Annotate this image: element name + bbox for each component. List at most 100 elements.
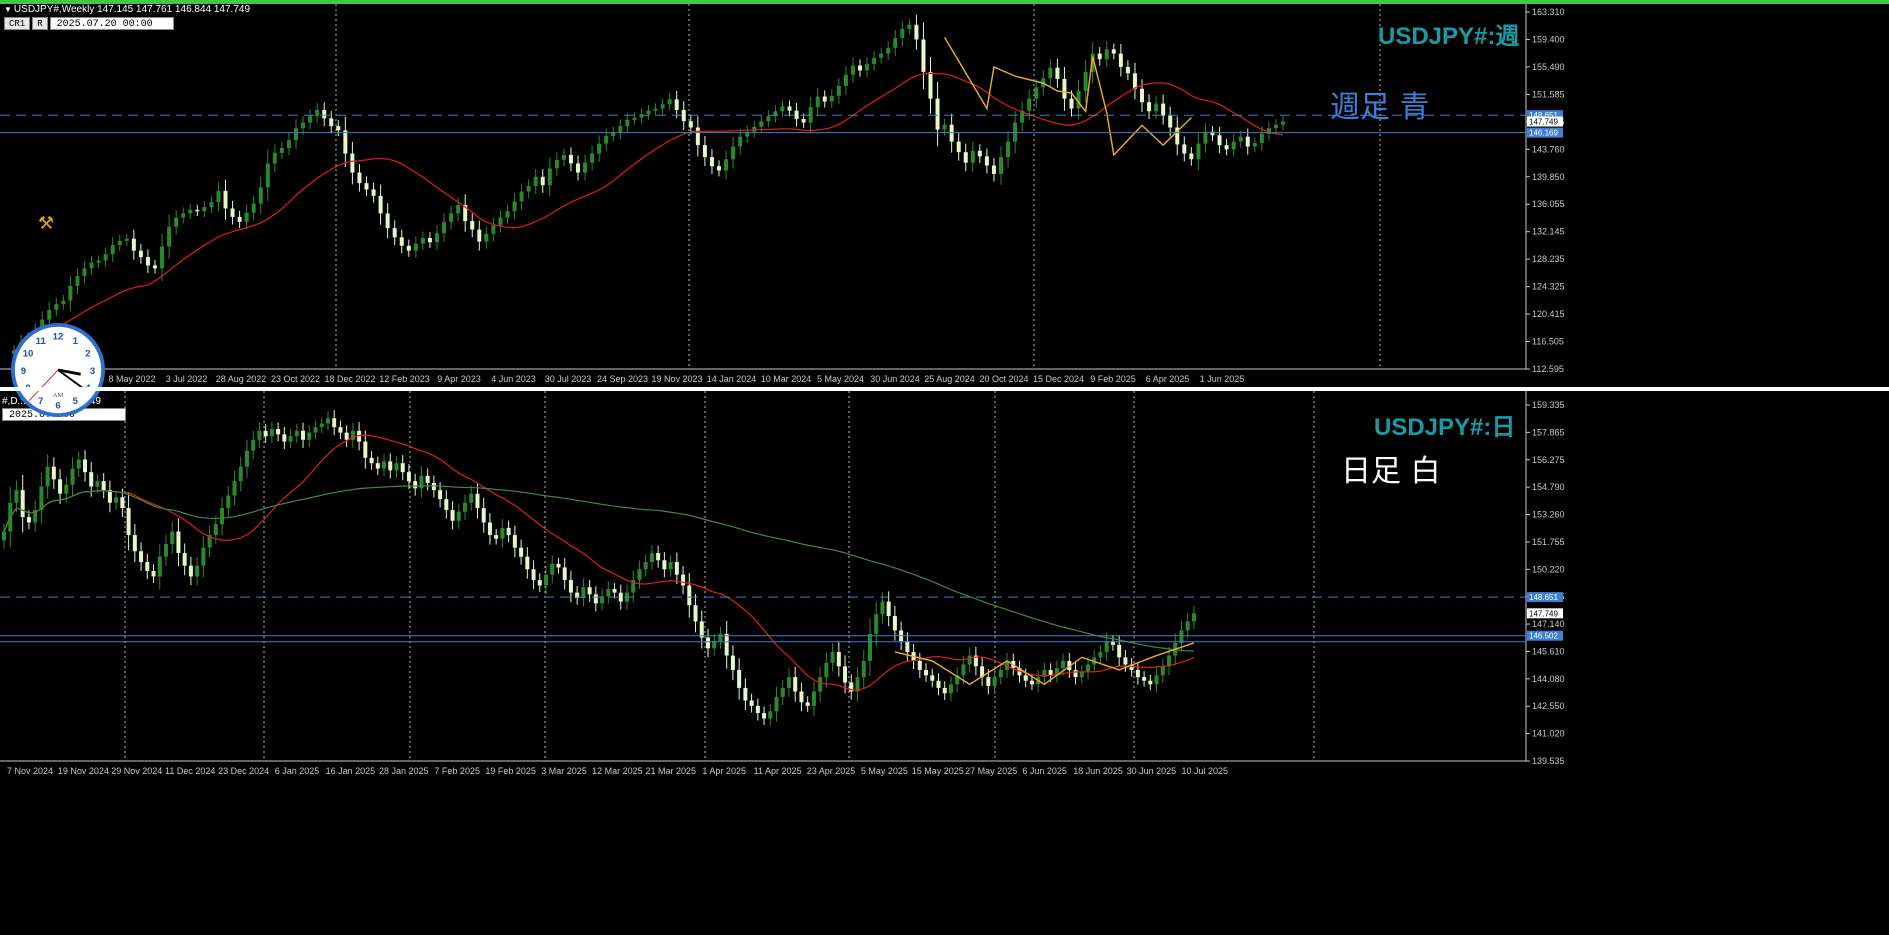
bear-candle: [1148, 680, 1153, 685]
x-tick-label: 25 Aug 2024: [924, 374, 975, 384]
bull-candle: [1104, 641, 1109, 652]
bear-candle: [688, 121, 693, 128]
bear-candle: [276, 429, 281, 435]
bear-candle: [656, 553, 661, 561]
y-tick-label: 143.760: [1532, 144, 1565, 154]
bear-candle: [525, 556, 530, 570]
bear-candle: [51, 466, 56, 480]
y-tick-label: 159.335: [1532, 400, 1565, 410]
date-field[interactable]: 2025.07.20 00:00: [49, 17, 174, 30]
y-tick-label: 154.790: [1532, 482, 1565, 492]
bull-candle: [14, 490, 19, 503]
bear-candle: [26, 517, 31, 523]
bear-candle: [1224, 145, 1229, 150]
bull-candle: [70, 468, 75, 485]
bull-candle: [167, 226, 172, 247]
price-tag-label: 146.502: [1529, 632, 1558, 641]
bear-candle: [378, 195, 383, 214]
bear-candle: [942, 687, 947, 694]
bull-candle: [220, 508, 225, 525]
bull-candle: [265, 163, 270, 188]
r-button[interactable]: R: [32, 17, 48, 30]
bull-candle: [442, 221, 447, 234]
bull-candle: [1252, 143, 1257, 147]
bull-candle: [1238, 136, 1243, 142]
bull-candle: [54, 304, 59, 310]
bull-candle: [893, 38, 898, 48]
bear-candle: [730, 655, 735, 670]
bear-candle: [450, 509, 455, 521]
bull-candle: [752, 126, 757, 132]
analog-clock: 123456789101112AM: [10, 322, 106, 418]
x-tick-label: 20 Oct 2024: [979, 374, 1028, 384]
bull-candle: [117, 240, 122, 246]
y-tick-label: 141.020: [1532, 729, 1565, 739]
bull-candle: [1061, 660, 1066, 669]
bull-candle: [879, 53, 884, 58]
crosshair-tool-icon[interactable]: ⚒: [38, 213, 54, 234]
bear-candle: [101, 481, 106, 491]
bear-candle: [699, 621, 704, 638]
bear-candle: [705, 637, 710, 649]
bear-candle: [537, 580, 542, 586]
bull-candle: [469, 493, 474, 503]
price-tag-label: 146.169: [1529, 129, 1558, 138]
bull-candle: [738, 136, 743, 147]
panel-separator[interactable]: [0, 387, 1889, 391]
bull-candle: [581, 587, 586, 599]
chevron-down-icon[interactable]: ▼: [4, 5, 12, 14]
clock-numeral: 11: [36, 336, 47, 347]
bear-candle: [930, 675, 935, 681]
bull-candle: [257, 430, 262, 440]
bull-candle: [2, 531, 6, 541]
bull-candle: [157, 556, 162, 577]
y-tick-label: 151.755: [1532, 537, 1565, 547]
bull-candle: [554, 159, 559, 169]
bear-candle: [1117, 644, 1122, 658]
bull-candle: [731, 146, 736, 160]
bear-candle: [230, 208, 235, 217]
bull-candle: [301, 122, 306, 129]
bear-candle: [138, 250, 143, 258]
bear-candle: [371, 189, 376, 196]
bull-candle: [498, 217, 503, 226]
clock-numeral: 3: [90, 366, 95, 377]
bear-candle: [928, 71, 933, 99]
bear-candle: [587, 587, 592, 595]
bear-candle: [858, 65, 862, 71]
weekly-chart[interactable]: 163.310159.400155.490151.585147.675143.7…: [0, 4, 1889, 389]
bull-candle: [961, 664, 966, 676]
bull-candle: [712, 641, 717, 649]
bull-candle: [668, 562, 673, 570]
bear-candle: [717, 166, 721, 171]
bear-candle: [1055, 67, 1060, 79]
bull-candle: [491, 225, 496, 234]
bear-candle: [556, 563, 561, 568]
bull-candle: [942, 124, 947, 130]
bull-candle: [880, 601, 885, 615]
bear-candle: [126, 508, 131, 536]
bear-candle: [1168, 115, 1173, 128]
x-tick-label: 14 Jan 2024: [707, 374, 757, 384]
price-tag-label: 147.749: [1529, 609, 1558, 618]
bull-candle: [307, 432, 312, 440]
bull-candle: [188, 209, 193, 214]
clock-numeral: 12: [53, 331, 64, 342]
daily-chart[interactable]: 159.335 157.865 156.275 154.790 153.260 151.7…: [0, 391, 1889, 935]
weekly-note: 週足 青: [1330, 90, 1430, 125]
bull-candle: [258, 187, 263, 204]
bear-candle: [562, 567, 567, 581]
bull-candle: [232, 481, 237, 496]
clock-numeral: 6: [55, 400, 60, 411]
bear-candle: [89, 472, 94, 487]
bear-candle: [506, 527, 511, 536]
bull-candle: [1154, 675, 1159, 685]
y-tick-label: 163.310: [1532, 7, 1565, 17]
bear-candle: [1073, 669, 1078, 678]
x-tick-label: 28 Jan 2025: [379, 766, 429, 776]
x-tick-label: 5 May 2024: [817, 374, 864, 384]
cr1-button[interactable]: CR1: [4, 17, 31, 30]
bear-candle: [1132, 73, 1137, 89]
bear-candle: [343, 130, 348, 154]
bear-candle: [662, 560, 667, 570]
